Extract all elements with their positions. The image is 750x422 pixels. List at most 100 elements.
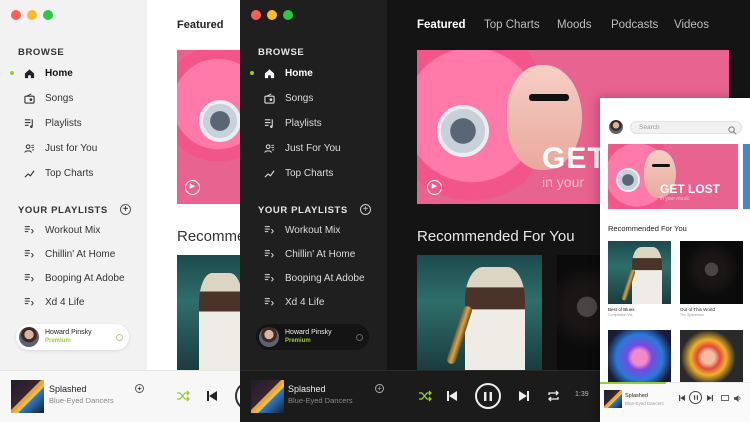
mini-hero-subtitle: in your music: [660, 196, 690, 202]
profile-card[interactable]: Howard Pinsky Premium: [16, 324, 129, 350]
tab-podcasts[interactable]: Podcasts: [611, 19, 658, 31]
now-playing-cover[interactable]: [604, 390, 622, 408]
playlist-item[interactable]: Xd 4 Life: [22, 295, 84, 309]
sidebar-item-just-for-you[interactable]: Just For You: [262, 141, 341, 155]
card-title: Best of Blues: [608, 307, 635, 312]
profile-name: Howard Pinsky: [45, 329, 92, 336]
your-playlists-heading: YOUR PLAYLISTS: [18, 205, 108, 216]
gear-icon[interactable]: [116, 334, 123, 341]
add-playlist-button[interactable]: +: [360, 204, 371, 215]
shuffle-icon[interactable]: [175, 389, 191, 403]
tab-videos[interactable]: Videos: [674, 19, 709, 31]
home-icon: [22, 66, 36, 80]
tab-moods[interactable]: Moods: [557, 19, 592, 31]
sidebar-item-top-charts[interactable]: Top Charts: [22, 166, 93, 180]
add-to-library-button[interactable]: +: [135, 384, 144, 393]
playlist-icon: [262, 271, 276, 285]
minimize-window-button[interactable]: [267, 10, 277, 20]
playlist-item[interactable]: Xd 4 Life: [262, 295, 324, 309]
mini-hero-banner[interactable]: GET LOST in your music: [608, 144, 738, 209]
mini-app-window: Search GET LOST in your music Recommende…: [600, 98, 750, 422]
track-artist: Blue-Eyed Dancers: [288, 396, 353, 405]
sidebar-item-top-charts[interactable]: Top Charts: [262, 166, 333, 180]
profile-tier: Premium: [285, 338, 311, 344]
light-player-bar: Splashed Blue-Eyed Dancers +: [0, 370, 245, 422]
close-window-button[interactable]: [11, 10, 21, 20]
repeat-icon[interactable]: [545, 389, 561, 403]
sidebar-item-home[interactable]: Home: [262, 66, 313, 80]
avatar: [19, 327, 39, 347]
featured-hero-image[interactable]: ▶: [177, 50, 245, 204]
album-art-best-of-blues[interactable]: [177, 255, 245, 370]
search-input[interactable]: Search: [630, 121, 742, 134]
gear-icon[interactable]: [356, 334, 363, 341]
track-title: Splashed: [625, 393, 648, 399]
playlist-item[interactable]: Chillin' At Home: [22, 247, 115, 261]
sidebar-item-playlists[interactable]: Playlists: [262, 116, 322, 130]
profile-name: Howard Pinsky: [285, 329, 332, 336]
album-art-best-of-blues[interactable]: [608, 241, 671, 304]
playback-progress[interactable]: [600, 382, 666, 384]
track-title: Splashed: [49, 384, 87, 394]
mini-recommended-heading: Recommended For You: [608, 224, 687, 233]
previous-track-button[interactable]: [445, 389, 459, 403]
minimize-window-button[interactable]: [27, 10, 37, 20]
close-window-button[interactable]: [251, 10, 261, 20]
tab-featured[interactable]: Featured: [417, 19, 466, 31]
sidebar-item-songs[interactable]: Songs: [22, 91, 73, 105]
home-icon: [262, 66, 276, 80]
sidebar-item-playlists[interactable]: Playlists: [22, 116, 82, 130]
tab-top-charts[interactable]: Top Charts: [484, 19, 540, 31]
playlist-icon: [262, 295, 276, 309]
previous-track-button[interactable]: [205, 389, 219, 403]
album-art-color-portrait[interactable]: [680, 330, 743, 385]
users-icon: [22, 141, 36, 155]
card-title: Out of This World: [680, 307, 715, 312]
avatar: [259, 327, 279, 347]
album-art-out-of-this-world[interactable]: [680, 241, 743, 304]
next-banner-peek[interactable]: [743, 144, 750, 209]
sidebar-item-just-for-you[interactable]: Just for You: [22, 141, 97, 155]
volume-icon[interactable]: [733, 394, 742, 402]
add-playlist-button[interactable]: +: [120, 204, 131, 215]
users-icon: [262, 141, 276, 155]
next-track-button[interactable]: [706, 394, 714, 402]
album-art-best-of-blues[interactable]: [417, 255, 542, 370]
playlist-icon: [22, 295, 36, 309]
next-track-button[interactable]: [517, 389, 531, 403]
cast-icon[interactable]: [720, 394, 729, 402]
playlist-icon: [262, 223, 276, 237]
previous-track-button[interactable]: [678, 394, 686, 402]
now-playing-cover[interactable]: [11, 380, 44, 413]
search-icon[interactable]: [728, 122, 737, 140]
maximize-window-button[interactable]: [283, 10, 293, 20]
playlist-item[interactable]: Workout Mix: [22, 223, 100, 237]
light-sidebar: BROWSE Home Songs Playlists Just for You…: [0, 0, 147, 370]
card-artist: The Spaceman: [680, 313, 704, 317]
trend-icon: [22, 166, 36, 180]
track-artist: Blue-Eyed Dancers: [49, 396, 114, 405]
dark-sidebar: BROWSE Home Songs Playlists Just For You…: [240, 0, 387, 370]
add-to-library-button[interactable]: +: [375, 384, 384, 393]
active-indicator: [250, 71, 254, 75]
playlist-item[interactable]: Booping At Adobe: [262, 271, 365, 285]
featured-tab[interactable]: Featured: [177, 19, 223, 31]
elapsed-time: 1:39: [575, 391, 589, 398]
shuffle-icon[interactable]: [417, 389, 433, 403]
sidebar-item-home[interactable]: Home: [22, 66, 73, 80]
play-icon[interactable]: ▶: [427, 180, 442, 195]
playlist-item[interactable]: Chillin' At Home: [262, 247, 355, 261]
play-pause-button[interactable]: [689, 391, 702, 404]
profile-card[interactable]: Howard Pinsky Premium: [256, 324, 369, 350]
maximize-window-button[interactable]: [43, 10, 53, 20]
now-playing-cover[interactable]: [251, 380, 284, 413]
sidebar-item-songs[interactable]: Songs: [262, 91, 313, 105]
playlist-item[interactable]: Workout Mix: [262, 223, 340, 237]
radio-icon: [22, 91, 36, 105]
avatar[interactable]: [609, 120, 623, 134]
playlist-item[interactable]: Booping At Adobe: [22, 271, 125, 285]
play-pause-button[interactable]: [475, 383, 501, 409]
playlist-icon: [262, 116, 276, 130]
album-art-neon-portrait[interactable]: [608, 330, 671, 385]
play-icon[interactable]: ▶: [185, 180, 200, 195]
